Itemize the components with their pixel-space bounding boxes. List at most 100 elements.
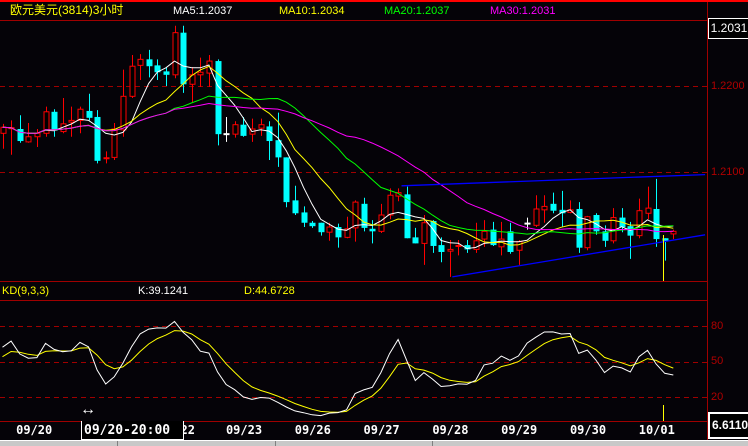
candle <box>137 54 144 80</box>
candle <box>103 151 110 164</box>
date-tick-label: 09/30 <box>569 423 607 437</box>
candle <box>68 106 75 137</box>
candle-body <box>17 129 24 142</box>
time-tooltip: 09/20-20:00 <box>81 421 184 440</box>
price-panel <box>0 25 706 278</box>
candle-body <box>266 126 273 142</box>
candle-body <box>369 228 376 232</box>
candle <box>610 208 617 244</box>
candle <box>447 239 454 277</box>
candle-body <box>240 124 247 136</box>
chart-canvas[interactable] <box>0 0 748 446</box>
candle-body <box>292 200 299 214</box>
ma20-line <box>2 95 674 235</box>
instrument-title: 欧元美元(3814)3小时 <box>10 3 124 17</box>
candle-body <box>636 210 643 237</box>
candle-body <box>34 132 41 138</box>
candle <box>627 221 634 259</box>
candle-body <box>550 203 557 211</box>
candle-body <box>68 119 75 123</box>
candle-body <box>137 58 144 66</box>
ma10-value: MA10:1.2034 <box>279 5 345 17</box>
candle <box>163 67 170 86</box>
candle <box>430 220 437 253</box>
candle <box>223 116 230 142</box>
candle-body <box>77 108 84 121</box>
date-tick-label: 09/27 <box>363 423 400 437</box>
candle <box>180 25 187 93</box>
candle <box>232 121 239 138</box>
candle <box>189 67 196 103</box>
ma5-line <box>2 60 674 250</box>
candle <box>86 93 93 121</box>
candle-body <box>180 32 187 85</box>
candle-body <box>86 110 93 118</box>
candle <box>292 185 299 215</box>
candle <box>283 157 290 208</box>
date-tick-label: 09/28 <box>432 423 469 437</box>
candle <box>653 178 660 247</box>
candle-body <box>163 71 170 75</box>
candle-body <box>412 237 419 244</box>
candle <box>8 120 15 155</box>
status-divider <box>275 441 276 446</box>
candle-body <box>0 126 7 134</box>
candle <box>352 200 359 242</box>
candle-body <box>111 128 118 158</box>
candle <box>197 57 204 87</box>
candle <box>94 110 101 164</box>
status-divider <box>432 441 433 446</box>
candle-body <box>146 59 153 67</box>
candle-body <box>318 222 325 233</box>
d-line <box>2 330 674 413</box>
candle <box>344 216 351 239</box>
candle <box>498 221 505 256</box>
candle-body <box>387 194 394 216</box>
candle-body <box>438 245 445 252</box>
candle-body <box>309 222 316 227</box>
top-border <box>0 0 748 2</box>
date-tick-label: 09/20 <box>16 423 53 437</box>
ma20-value: MA20:1.2037 <box>384 5 450 17</box>
candle <box>240 116 247 137</box>
candle <box>258 118 265 136</box>
candle-body <box>541 205 548 211</box>
candle-body <box>473 240 480 250</box>
k-line <box>2 320 674 417</box>
candle <box>404 186 411 239</box>
date-tick-label: 09/23 <box>225 423 263 437</box>
candle-body <box>197 71 204 76</box>
candle-body <box>172 32 179 76</box>
kd-tick-label: 50 <box>711 355 724 367</box>
candle <box>266 121 273 160</box>
candle-body <box>301 212 308 223</box>
candle-body <box>283 157 290 203</box>
candle <box>369 220 376 244</box>
ma30-value: MA30:1.2031 <box>490 5 556 17</box>
kd-indicator-name[interactable]: KD(9,3,3) <box>2 285 49 298</box>
indicator-value-box: 6.6110 <box>708 412 748 439</box>
candle <box>318 222 325 236</box>
forex-chart-window: 欧元美元(3814)3小时 MA5:1.2037 MA10:1.2034 MA2… <box>0 0 748 446</box>
candle-body <box>645 207 652 214</box>
candle-body <box>516 241 523 251</box>
price-tick-label: 1.2200 <box>711 80 745 92</box>
date-tick-label: 10/01 <box>638 423 675 437</box>
move-cursor-icon: ↔ <box>80 401 96 418</box>
candle-body <box>326 226 333 233</box>
d-value: D:44.6728 <box>244 285 295 297</box>
candle-body <box>129 65 136 97</box>
candle <box>146 49 153 78</box>
candle <box>559 190 566 228</box>
status-divider <box>117 441 118 446</box>
candle-body <box>533 208 540 226</box>
candle-body <box>576 208 583 248</box>
candle <box>172 25 179 79</box>
price-tick-label: 1.2100 <box>711 166 745 178</box>
kd-tick-label: 20 <box>711 391 724 403</box>
kd-tick-label: 80 <box>711 320 724 332</box>
candle <box>129 55 136 99</box>
candle <box>619 208 626 233</box>
candle <box>51 109 58 137</box>
candle-body <box>51 111 58 131</box>
